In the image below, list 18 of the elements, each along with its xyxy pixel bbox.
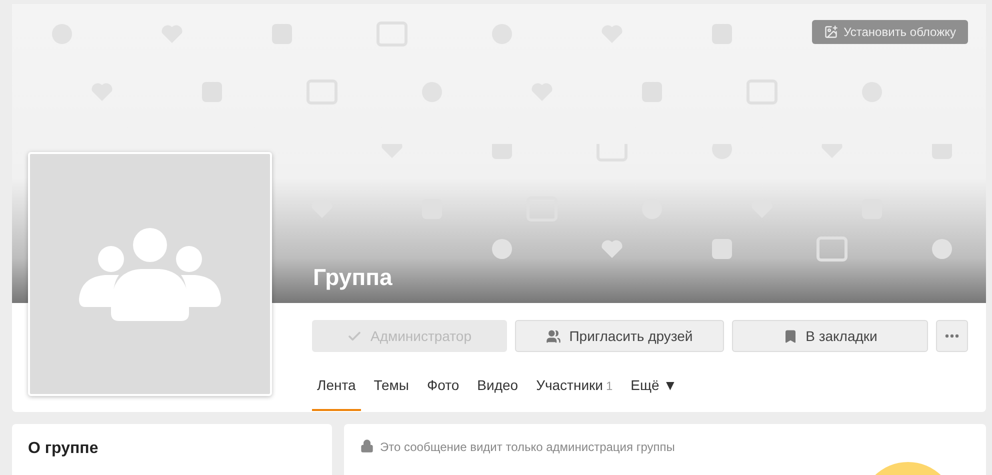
more-button[interactable] [936, 320, 968, 352]
nav-tab[interactable]: Видео [472, 371, 524, 411]
about-heading: О группе [28, 440, 100, 458]
group-icon [79, 227, 221, 321]
group-title: Группа [312, 264, 394, 292]
bookmark-button[interactable]: В закладки [732, 320, 928, 352]
people-icon [546, 328, 562, 344]
lock-icon [360, 439, 374, 453]
nav-tab[interactable]: Лента [312, 371, 361, 411]
more-icon [945, 334, 959, 338]
image-add-icon [824, 25, 838, 39]
admin-notice: Это сообщение видит только администрация группы [380, 440, 675, 454]
nav-tab[interactable]: Участники 1 [531, 371, 618, 411]
nav-tab[interactable]: Ещё ▼ [626, 371, 682, 411]
invite-button[interactable]: Пригласить друзей [515, 320, 724, 352]
bookmark-icon [782, 328, 798, 344]
nav-tab[interactable]: Темы [368, 371, 414, 411]
nav-tab[interactable]: Фото [422, 371, 464, 411]
